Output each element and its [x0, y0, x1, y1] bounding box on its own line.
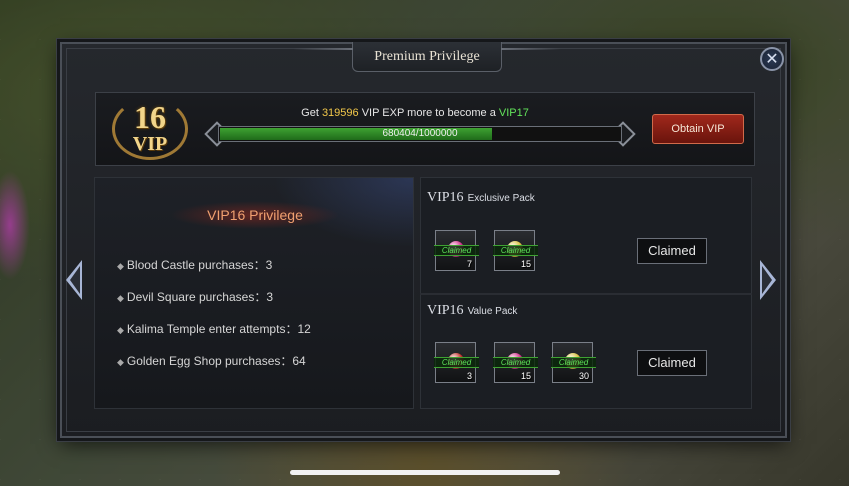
privilege-item: ◆ Golden Egg Shop purchases：64 — [117, 354, 306, 368]
exclusive-pack-claimed-button[interactable]: Claimed — [637, 238, 707, 264]
title-bar: Premium Privilege — [293, 42, 561, 72]
item-quantity: 7 — [466, 259, 472, 269]
obtain-vip-button[interactable]: Obtain VIP — [652, 114, 744, 144]
pack-item-slot[interactable]: Claimed 15 — [493, 230, 538, 271]
bullet-icon: ◆ — [117, 261, 124, 271]
vip-level-label: VIP — [132, 133, 168, 155]
privilege-item: ◆ Devil Square purchases：3 — [117, 290, 273, 304]
msg-prefix: Get — [301, 107, 322, 119]
item-quantity: 15 — [520, 259, 531, 269]
exclusive-pack-title: VIP16 Exclusive Pack — [427, 190, 535, 205]
privilege-title: VIP16 Privilege — [170, 201, 340, 229]
bullet-icon: ◆ — [117, 325, 124, 335]
vip-progress-bar: 680404/1000000 — [200, 121, 640, 147]
value-pack-title: VIP16 Value Pack — [427, 303, 518, 318]
item-quantity: 30 — [578, 371, 589, 381]
privilege-item: ◆ Blood Castle purchases：3 — [117, 258, 273, 272]
vip-level-number: 16 — [134, 99, 166, 135]
pack-item-slot[interactable]: Claimed 7 — [434, 230, 479, 271]
bullet-icon: ◆ — [117, 293, 124, 303]
pack-item-slot[interactable]: Claimed 3 — [434, 342, 479, 383]
bullet-icon: ◆ — [117, 357, 124, 367]
claimed-tag: Claimed — [434, 357, 479, 368]
close-button[interactable]: ✕ — [760, 47, 784, 71]
packs-divider — [420, 293, 752, 295]
item-quantity: 3 — [466, 371, 472, 381]
progress-track: 680404/1000000 — [218, 126, 622, 142]
claimed-tag: Claimed — [434, 245, 479, 256]
pack-item-slot[interactable]: Claimed 30 — [551, 342, 596, 383]
value-pack-claimed-button[interactable]: Claimed — [637, 350, 707, 376]
item-quantity: 15 — [520, 371, 531, 381]
claimed-tag: Claimed — [551, 357, 596, 368]
previous-vip-arrow-icon[interactable] — [66, 260, 82, 300]
next-vip-level: VIP17 — [498, 107, 529, 119]
next-vip-arrow-icon[interactable] — [760, 260, 776, 300]
privilege-item: ◆ Kalima Temple enter attempts：12 — [117, 322, 311, 336]
exp-needed-value: 319596 — [321, 107, 359, 119]
progress-text: 680404/1000000 — [382, 128, 458, 139]
msg-middle: VIP EXP more to become a — [358, 107, 499, 119]
claimed-tag: Claimed — [493, 245, 538, 256]
vip-level-badge: 16 VIP — [110, 96, 190, 162]
claimed-tag: Claimed — [493, 357, 538, 368]
window-title: Premium Privilege — [374, 48, 480, 64]
pack-item-slot[interactable]: Claimed 15 — [493, 342, 538, 383]
home-indicator[interactable] — [290, 470, 560, 475]
vip-exp-message: Get 319596 VIP EXP more to become a VIP1… — [205, 107, 625, 119]
